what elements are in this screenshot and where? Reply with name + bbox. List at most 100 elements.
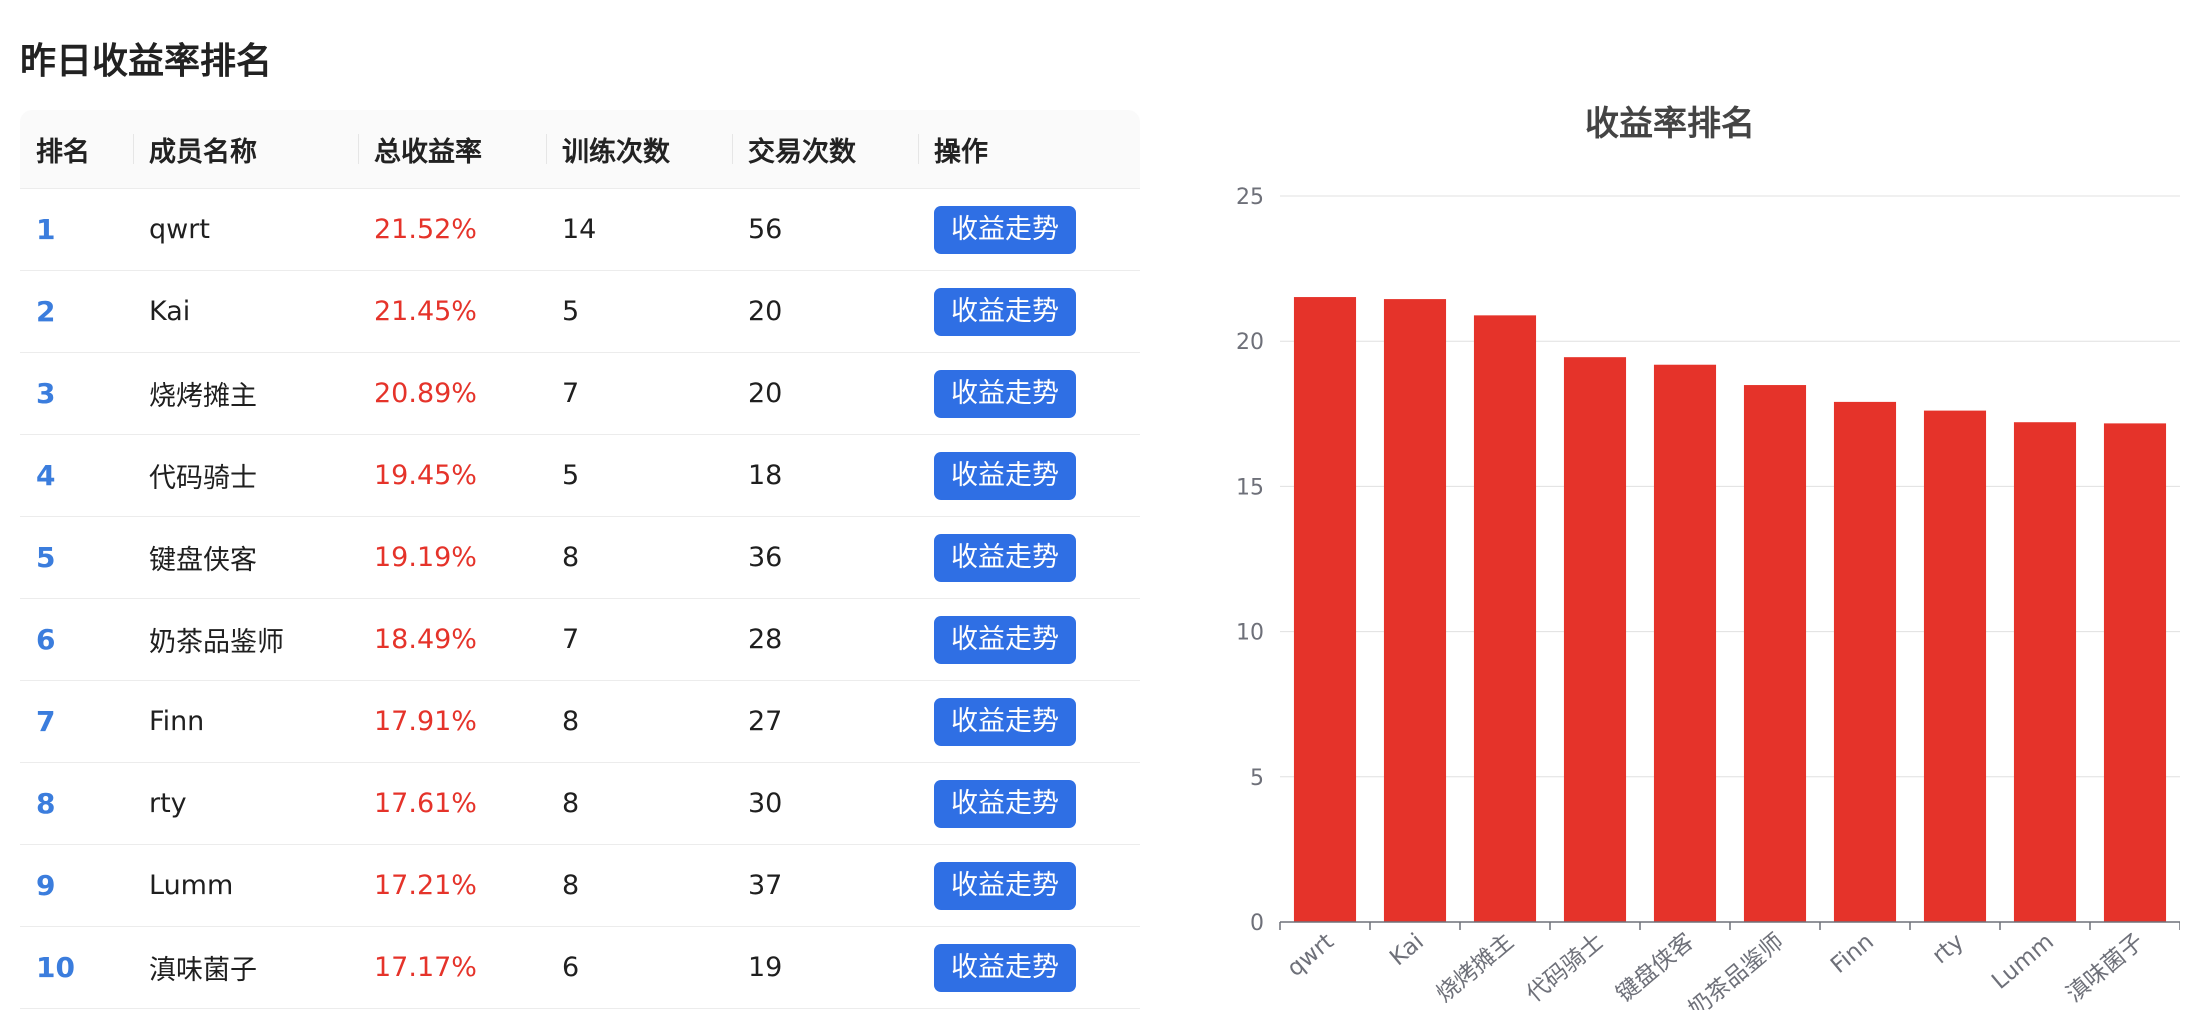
table-header-row: 排名 成员名称 总收益率 训练次数 交易次数 操作 bbox=[20, 110, 1140, 189]
bar bbox=[2013, 422, 2077, 922]
actions-cell: 收益走势 bbox=[918, 516, 1140, 599]
actions-cell: 收益走势 bbox=[918, 270, 1140, 353]
return-trend-button[interactable]: 收益走势 bbox=[934, 779, 1076, 828]
rank-cell: 2 bbox=[20, 270, 133, 353]
bar bbox=[1563, 357, 1627, 922]
bar bbox=[1923, 410, 1987, 922]
ranking-table: 排名 成员名称 总收益率 训练次数 交易次数 操作 1 qwrt 21.52% 14 5… bbox=[20, 110, 1140, 1009]
y-tick-label: 10 bbox=[1236, 621, 1264, 646]
header-total-return: 总收益率 bbox=[358, 110, 546, 189]
member-name-cell: rty bbox=[133, 762, 358, 845]
trade-count-cell: 36 bbox=[732, 516, 918, 599]
table-row: 4 代码骑士 19.45% 5 18 收益走势 bbox=[20, 434, 1140, 517]
chart-title: 收益率排名 bbox=[1585, 104, 1755, 144]
table-row: 7 Finn 17.91% 8 27 收益走势 bbox=[20, 680, 1140, 763]
trade-count-cell: 20 bbox=[732, 270, 918, 353]
x-tick-label: rty bbox=[1928, 929, 1969, 970]
header-trade-count: 交易次数 bbox=[732, 110, 918, 189]
x-tick-label: 奶茶品鉴师 bbox=[1684, 929, 1789, 1010]
bar-chart-svg: 收益率排名 0 5 10 15 20 25 qwrt Kai 烧烤摊主 代码骑士 键盘侠客奶茶品鉴师 F… bbox=[1236, 104, 2181, 1020]
y-tick-label: 25 bbox=[1236, 185, 1264, 210]
rank-cell: 5 bbox=[20, 516, 133, 599]
train-count-cell: 7 bbox=[546, 352, 732, 435]
return-rate-cell: 19.45% bbox=[358, 434, 546, 517]
actions-cell: 收益走势 bbox=[918, 434, 1140, 517]
return-trend-button[interactable]: 收益走势 bbox=[934, 205, 1076, 254]
member-name-cell: Finn bbox=[133, 680, 358, 763]
page-title: 昨日收益率排名 bbox=[20, 41, 273, 82]
train-count-cell: 14 bbox=[546, 188, 732, 271]
return-trend-button[interactable]: 收益走势 bbox=[934, 697, 1076, 746]
trade-count-cell: 56 bbox=[732, 188, 918, 271]
bar bbox=[1293, 297, 1357, 922]
table-row: 2 Kai 21.45% 5 20 收益走势 bbox=[20, 270, 1140, 353]
train-count-cell: 8 bbox=[546, 680, 732, 763]
return-rate-cell: 21.45% bbox=[358, 270, 546, 353]
return-rate-cell: 19.19% bbox=[358, 516, 546, 599]
trade-count-cell: 28 bbox=[732, 598, 918, 681]
table-row: 5 键盘侠客 19.19% 8 36 收益走势 bbox=[20, 516, 1140, 599]
return-rate-cell: 17.91% bbox=[358, 680, 546, 763]
return-rate-cell: 17.17% bbox=[358, 926, 546, 1009]
bar bbox=[1473, 315, 1537, 923]
bar bbox=[1653, 364, 1717, 922]
return-trend-button[interactable]: 收益走势 bbox=[934, 451, 1076, 500]
return-trend-button[interactable]: 收益走势 bbox=[934, 369, 1076, 418]
bar bbox=[2103, 423, 2167, 922]
y-tick-label: 15 bbox=[1236, 475, 1264, 500]
return-trend-button[interactable]: 收益走势 bbox=[934, 615, 1076, 664]
train-count-cell: 5 bbox=[546, 270, 732, 353]
member-name-cell: 烧烤摊主 bbox=[133, 352, 358, 435]
actions-cell: 收益走势 bbox=[918, 762, 1140, 845]
return-rate-cell: 17.21% bbox=[358, 844, 546, 927]
actions-cell: 收益走势 bbox=[918, 680, 1140, 763]
trade-count-cell: 27 bbox=[732, 680, 918, 763]
rank-cell: 6 bbox=[20, 598, 133, 681]
header-rank: 排名 bbox=[20, 110, 133, 189]
y-tick-label: 20 bbox=[1236, 330, 1264, 355]
actions-cell: 收益走势 bbox=[918, 844, 1140, 927]
table-row: 3 烧烤摊主 20.89% 7 20 收益走势 bbox=[20, 352, 1140, 435]
train-count-cell: 6 bbox=[546, 926, 732, 1009]
return-trend-button[interactable]: 收益走势 bbox=[934, 287, 1076, 336]
x-tick-label: 键盘侠客 bbox=[1612, 929, 1699, 1008]
member-name-cell: 奶茶品鉴师 bbox=[133, 598, 358, 681]
rank-cell: 9 bbox=[20, 844, 133, 927]
x-tick-label: qwrt bbox=[1282, 929, 1338, 982]
x-tick-label: 代码骑士 bbox=[1522, 929, 1609, 1008]
x-tick-label: 滇味菌子 bbox=[2062, 929, 2149, 1008]
rank-cell: 8 bbox=[20, 762, 133, 845]
return-rate-cell: 21.52% bbox=[358, 188, 546, 271]
return-trend-button[interactable]: 收益走势 bbox=[934, 533, 1076, 582]
return-rate-cell: 17.61% bbox=[358, 762, 546, 845]
table-row: 9 Lumm 17.21% 8 37 收益走势 bbox=[20, 844, 1140, 927]
y-tick-label: 0 bbox=[1250, 911, 1264, 936]
rank-cell: 7 bbox=[20, 680, 133, 763]
return-rate-cell: 20.89% bbox=[358, 352, 546, 435]
table-row: 6 奶茶品鉴师 18.49% 7 28 收益走势 bbox=[20, 598, 1140, 681]
x-tick-label: 烧烤摊主 bbox=[1432, 929, 1519, 1008]
header-member-name: 成员名称 bbox=[133, 110, 358, 189]
return-rate-chart: 收益率排名 0 5 10 15 20 25 qwrt Kai 烧烤摊主 代码骑士 键盘侠客 奶茶品鉴师 F… bbox=[1170, 90, 2181, 1020]
actions-cell: 收益走势 bbox=[918, 352, 1140, 435]
rank-cell: 10 bbox=[20, 926, 133, 1009]
header-actions: 操作 bbox=[918, 110, 1140, 189]
y-tick-label: 5 bbox=[1250, 766, 1264, 791]
return-trend-button[interactable]: 收益走势 bbox=[934, 861, 1076, 910]
trade-count-cell: 37 bbox=[732, 844, 918, 927]
return-trend-button[interactable]: 收益走势 bbox=[934, 943, 1076, 992]
trade-count-cell: 19 bbox=[732, 926, 918, 1009]
train-count-cell: 8 bbox=[546, 762, 732, 845]
header-train-count: 训练次数 bbox=[546, 110, 732, 189]
member-name-cell: 键盘侠客 bbox=[133, 516, 358, 599]
member-name-cell: qwrt bbox=[133, 188, 358, 271]
table-row: 8 rty 17.61% 8 30 收益走势 bbox=[20, 762, 1140, 845]
trade-count-cell: 30 bbox=[732, 762, 918, 845]
train-count-cell: 5 bbox=[546, 434, 732, 517]
actions-cell: 收益走势 bbox=[918, 926, 1140, 1009]
bar bbox=[1383, 299, 1447, 922]
train-count-cell: 8 bbox=[546, 516, 732, 599]
rank-cell: 4 bbox=[20, 434, 133, 517]
actions-cell: 收益走势 bbox=[918, 188, 1140, 271]
table-row: 10 滇味菌子 17.17% 6 19 收益走势 bbox=[20, 926, 1140, 1009]
